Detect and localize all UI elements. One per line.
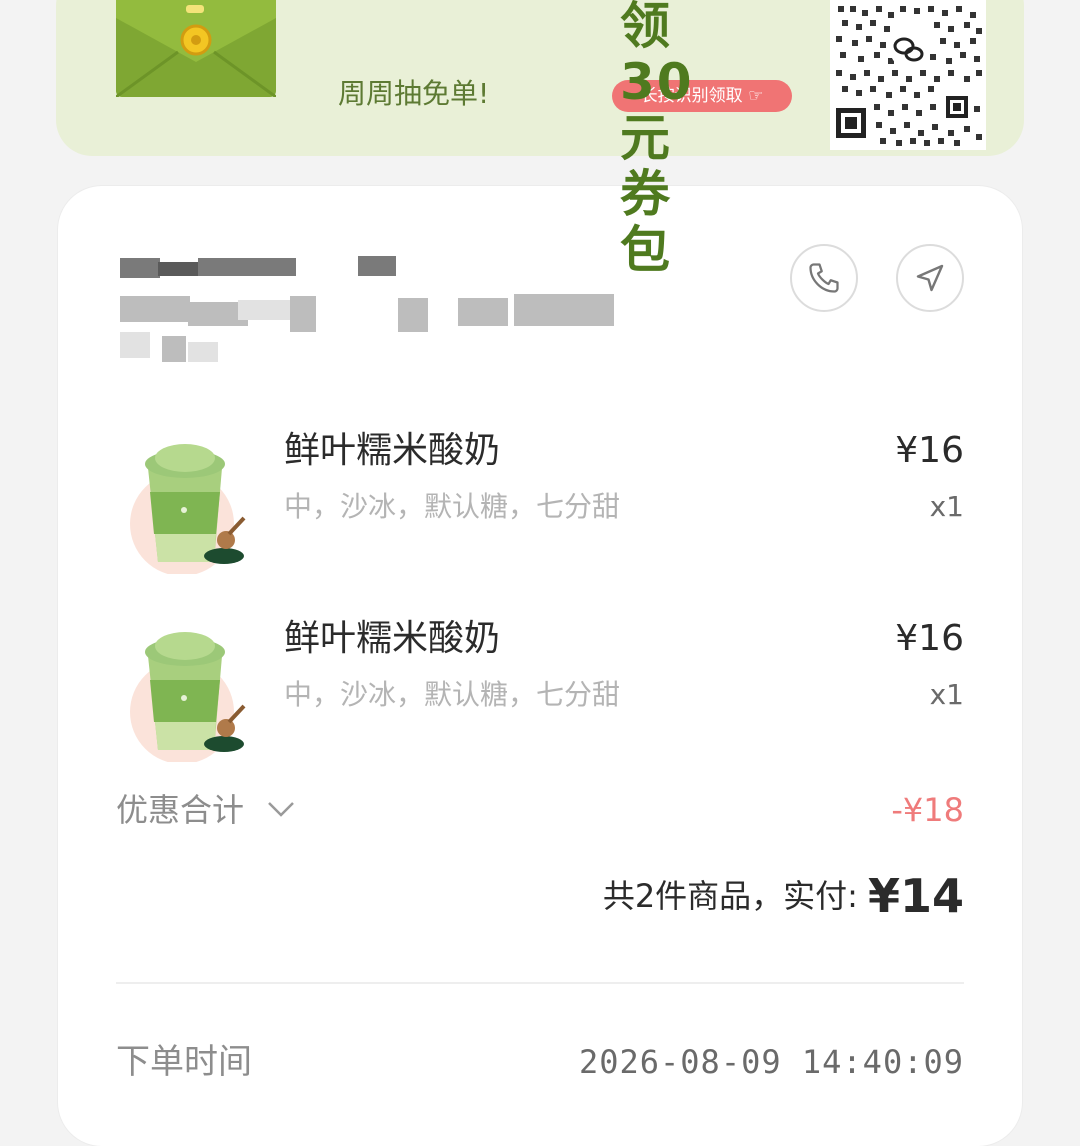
banner-subtitle: 周周抽免单!	[338, 77, 490, 110]
item-name: 鲜叶糯米酸奶	[284, 430, 501, 471]
promo-banner[interactable]: 领30元券包 周周抽免单! 长按识别领取 ☞	[56, 0, 1024, 278]
order-time-value: 2026-08-09 14:40:09	[578, 1043, 964, 1081]
phone-icon	[809, 263, 839, 293]
item-spec: 中，沙冰，默认糖，七分甜	[284, 490, 621, 523]
call-store-button[interactable]	[790, 244, 858, 312]
banner-title: 领30元券包	[620, 0, 694, 279]
drink-image	[130, 444, 246, 574]
total-amount: ¥14	[867, 869, 964, 923]
order-card: 鲜叶糯米酸奶 中，沙冰，默认糖，七分甜 ¥16 x1 鲜叶糯米酸奶 中，沙冰，默…	[58, 186, 1022, 1146]
qr-code-icon[interactable]	[830, 0, 986, 150]
chevron-down-icon[interactable]	[266, 798, 296, 820]
navigation-arrow-icon	[916, 264, 944, 292]
total-row: 共2件商品，实付: ¥14	[603, 866, 964, 926]
discount-total-toggle[interactable]: 优惠合计	[116, 790, 244, 830]
item-spec: 中，沙冰，默认糖，七分甜	[284, 678, 621, 711]
item-quantity: x1	[929, 490, 964, 523]
item-quantity: x1	[929, 678, 964, 711]
divider	[116, 982, 964, 984]
drink-image	[130, 632, 246, 762]
item-price: ¥16	[895, 430, 964, 471]
order-time-label: 下单时间	[116, 1042, 252, 1082]
list-item[interactable]: 鲜叶糯米酸奶 中，沙冰，默认糖，七分甜 ¥16 x1	[58, 424, 1022, 594]
navigate-button[interactable]	[896, 244, 964, 312]
item-price: ¥16	[895, 618, 964, 659]
list-item[interactable]: 鲜叶糯米酸奶 中，沙冰，默认糖，七分甜 ¥16 x1	[58, 612, 1022, 782]
discount-value: -¥18	[891, 791, 964, 829]
total-label: 共2件商品，实付:	[602, 877, 858, 915]
hand-tap-icon: ☞	[748, 86, 764, 106]
red-envelope-icon	[116, 0, 276, 97]
item-name: 鲜叶糯米酸奶	[284, 618, 501, 659]
